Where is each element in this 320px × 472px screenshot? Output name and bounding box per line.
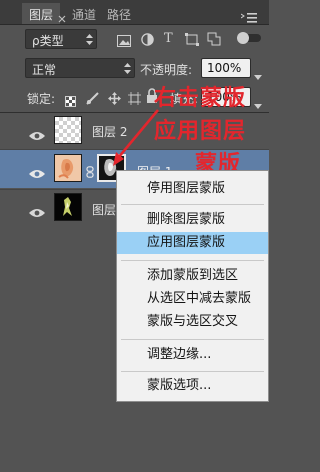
menu-separator [121, 204, 264, 205]
menu-separator [121, 339, 264, 340]
tab-channels[interactable]: 通道 [72, 6, 96, 23]
filter-adjustment-icon[interactable] [141, 31, 154, 50]
close-tab-icon[interactable] [58, 8, 66, 23]
lock-position-icon[interactable] [108, 90, 121, 109]
filter-kind-select[interactable]: ρ类型 [25, 29, 97, 49]
lock-artboard-icon[interactable] [128, 90, 141, 109]
visibility-eye-icon[interactable] [29, 164, 45, 178]
panel-menu-icon[interactable] [240, 8, 257, 27]
visibility-eye-icon[interactable] [29, 203, 45, 217]
menu-item-mask-options[interactable]: 蒙版选项... [117, 375, 268, 397]
blend-mode-select[interactable]: 正常 [25, 58, 135, 78]
menu-separator [121, 371, 264, 372]
menu-item-apply-mask[interactable]: 应用图层蒙版 [117, 232, 268, 254]
menu-item-delete-mask[interactable]: 删除图层蒙版 [117, 209, 268, 231]
visibility-eye-icon[interactable] [29, 126, 45, 140]
tab-layers[interactable]: 图层 [22, 3, 61, 24]
fill-dropdown-icon[interactable] [254, 94, 262, 113]
menu-item-refine-edge[interactable]: 调整边缘... [117, 344, 268, 366]
opacity-label: 不透明度: [140, 63, 193, 77]
annotation-line-2: 应用图层 [154, 119, 247, 144]
filter-pixel-icon[interactable] [117, 32, 131, 51]
tab-paths[interactable]: 路径 [107, 6, 131, 23]
lock-label: 锁定: [27, 92, 56, 106]
layer-mask-context-menu: 停用图层蒙版 删除图层蒙版 应用图层蒙版 添加蒙版到选区 从选区中减去蒙版 蒙版… [116, 170, 269, 402]
lock-transparent-pixels-icon[interactable] [65, 92, 76, 107]
filter-type-icon[interactable]: T [164, 31, 173, 46]
filter-toggle-switch[interactable] [237, 32, 261, 44]
blend-mode-value: 正常 [32, 63, 57, 77]
annotation-arrow-to-mask [112, 108, 162, 174]
filter-kind-label: ρ类型 [32, 34, 64, 48]
dropdown-arrows-icon [86, 34, 93, 48]
opacity-value: 100% [207, 61, 242, 75]
menu-item-intersect-mask-with-selection[interactable]: 蒙版与选区交叉 [117, 311, 268, 333]
filter-shape-icon[interactable] [185, 31, 199, 50]
opacity-dropdown-icon[interactable] [254, 65, 262, 84]
layer-thumbnail [54, 193, 82, 221]
opacity-input[interactable]: 100% [201, 58, 251, 78]
filter-smart-object-icon[interactable] [207, 31, 221, 50]
layer-name: 图层 [92, 203, 117, 217]
layer-image-thumbnail[interactable] [54, 154, 82, 182]
annotation-line-1: 右击蒙版 [154, 86, 247, 111]
menu-item-disable-mask[interactable]: 停用图层蒙版 [117, 178, 268, 200]
lock-image-pixels-icon[interactable] [86, 90, 99, 109]
dropdown-arrows-icon [124, 63, 131, 77]
menu-separator [121, 260, 264, 261]
menu-item-subtract-mask-from-selection[interactable]: 从选区中减去蒙版 [117, 288, 268, 310]
menu-item-add-mask-to-selection[interactable]: 添加蒙版到选区 [117, 265, 268, 287]
mask-link-icon[interactable] [86, 163, 94, 182]
layer-thumbnail [54, 116, 82, 144]
